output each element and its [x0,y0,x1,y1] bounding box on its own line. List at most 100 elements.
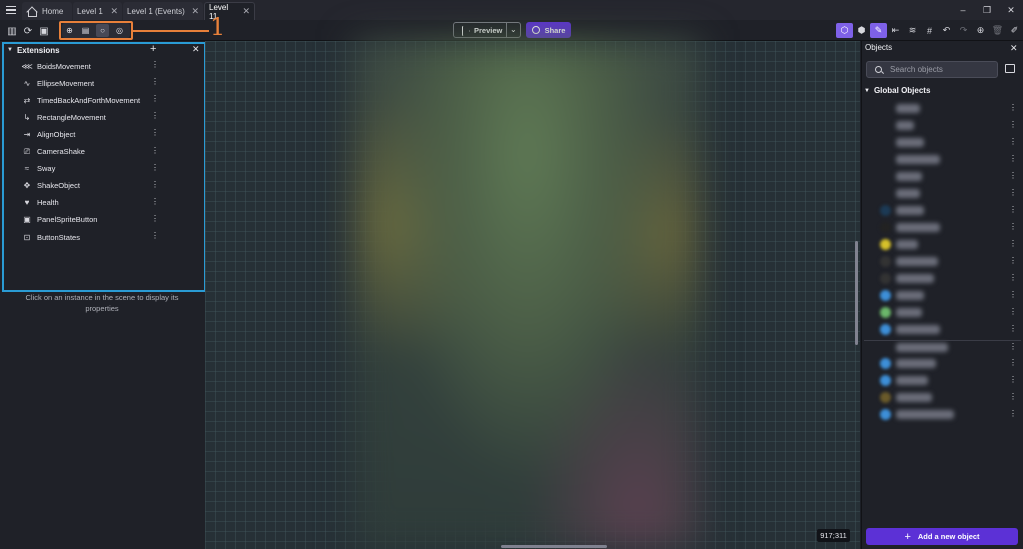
home-icon [26,6,37,17]
objects-panel-icon[interactable]: ⬡ [836,23,853,38]
more-options-icon[interactable]: ⋮ [1009,256,1017,265]
divider [506,23,507,37]
object-list-item[interactable]: ⋮ [876,323,1018,335]
annotation-box-2 [2,42,206,292]
add-object-label: Add a new object [917,532,980,541]
delete-icon[interactable]: 🗑 [989,23,1006,38]
blurred-object-name [896,172,922,181]
close-tab-icon[interactable]: ✕ [236,6,250,17]
more-options-icon[interactable]: ⋮ [1009,154,1017,163]
minimize-icon[interactable]: – [951,0,975,20]
vertical-scrollbar[interactable] [855,241,858,345]
more-options-icon[interactable]: ⋮ [1009,205,1017,214]
grid-icon[interactable]: # [921,23,938,38]
object-list-item[interactable]: ⋮ [876,289,1018,301]
close-tab-icon[interactable]: ✕ [104,6,118,17]
scene-canvas[interactable] [205,41,860,549]
object-list-item[interactable]: ⋮ [876,255,1018,267]
more-options-icon[interactable]: ⋮ [1009,375,1017,384]
properties-empty-message: Click on an instance in the scene to dis… [25,293,179,313]
more-options-icon[interactable]: ⋮ [1009,409,1017,418]
more-options-icon[interactable]: ⋮ [1009,273,1017,282]
add-folder-icon[interactable] [1005,64,1015,73]
more-options-icon[interactable]: ⋮ [1009,342,1017,351]
instances-icon[interactable]: ⇤ [887,23,904,38]
annotation-line-1 [133,30,209,32]
object-thumbnail [880,375,891,386]
more-options-icon[interactable]: ⋮ [1009,188,1017,197]
object-list-item[interactable]: ⋮ [876,374,1018,386]
more-options-icon[interactable]: ⋮ [1009,222,1017,231]
object-list-item[interactable]: ⋮ [876,391,1018,403]
tab-label: Level 1 (Events) [127,6,185,16]
annotation-label-1: 1 [210,13,226,41]
object-thumbnail [880,256,891,267]
close-window-icon[interactable]: ✕ [999,0,1023,20]
objects-panel-title: Objects [865,43,893,52]
blurred-object-name [896,308,922,317]
layers-icon[interactable]: ≋ [904,23,921,38]
object-thumbnail [880,392,891,403]
more-options-icon[interactable]: ⋮ [1009,120,1017,129]
properties-panel-icon[interactable]: ✎ [870,23,887,38]
globe-icon [531,26,540,34]
more-options-icon[interactable]: ⋮ [1009,239,1017,248]
add-object-button[interactable]: + Add a new object [866,528,1018,545]
more-options-icon[interactable]: ⋮ [1009,392,1017,401]
save-icon[interactable]: ▣ [38,25,50,37]
share-button[interactable]: Share [526,22,571,38]
more-options-icon[interactable]: ⋮ [1009,358,1017,367]
object-list-item[interactable]: ⋮ [876,357,1018,369]
panels-icon[interactable]: ▥ [6,25,18,37]
preview-button[interactable]: Preview ⌄ [453,22,521,38]
horizontal-scrollbar[interactable] [501,545,607,548]
tab-home[interactable]: Home [22,2,72,20]
object-list-item[interactable]: ⋮ [876,119,1018,131]
redo-icon[interactable]: ↷ [955,23,972,38]
tab-level-1[interactable]: Level 1 ✕ [73,2,122,20]
object-list-item[interactable]: ⋮ [876,204,1018,216]
tab-level-1-events[interactable]: Level 1 (Events) ✕ [123,2,203,20]
more-options-icon[interactable]: ⋮ [1009,103,1017,112]
search-input[interactable] [890,65,990,74]
undo-icon[interactable]: ↶ [938,23,955,38]
blurred-object-name [896,376,928,385]
object-thumbnail [880,358,891,369]
object-list-item[interactable]: ⋮ [876,102,1018,114]
object-list-item[interactable]: ⋮ [876,306,1018,318]
object-list-item[interactable]: ⋮ [876,221,1018,233]
restore-icon[interactable]: ❐ [975,0,999,20]
blurred-object-name [896,206,924,215]
blurred-object-name [896,223,940,232]
global-objects-group[interactable]: ▼ Global Objects [864,86,930,95]
edit-icon[interactable]: ✐ [1006,23,1023,38]
zoom-icon[interactable]: ⊕ [972,23,989,38]
blurred-object-name [896,257,938,266]
object-list-item[interactable]: ⋮ [876,187,1018,199]
more-options-icon[interactable]: ⋮ [1009,290,1017,299]
more-options-icon[interactable]: ⋮ [1009,324,1017,333]
hamburger-menu-icon[interactable] [4,3,18,17]
close-panel-icon[interactable]: ✕ [1010,43,1018,54]
more-options-icon[interactable]: ⋮ [1009,137,1017,146]
blurred-object-name [896,240,918,249]
object-list-item[interactable]: ⋮ [876,341,1018,353]
object-list-item[interactable]: ⋮ [876,153,1018,165]
chevron-down-icon[interactable]: ⌄ [510,25,517,34]
object-list-item[interactable]: ⋮ [876,238,1018,250]
object-list-item[interactable]: ⋮ [876,170,1018,182]
object-list-item[interactable]: ⋮ [876,272,1018,284]
more-options-icon[interactable]: ⋮ [1009,307,1017,316]
search-icon [875,66,882,73]
close-tab-icon[interactable]: ✕ [185,6,199,17]
object-groups-icon[interactable]: ⬢ [853,23,870,38]
blurred-object-name [896,155,940,164]
blurred-object-name [896,325,940,334]
history-icon[interactable]: ⟳ [22,25,34,37]
object-list-item[interactable]: ⋮ [876,136,1018,148]
window-controls: – ❐ ✕ [951,0,1023,20]
blurred-object-name [896,359,936,368]
blurred-object-name [896,410,954,419]
more-options-icon[interactable]: ⋮ [1009,171,1017,180]
object-list-item[interactable]: ⋮ [876,408,1018,420]
